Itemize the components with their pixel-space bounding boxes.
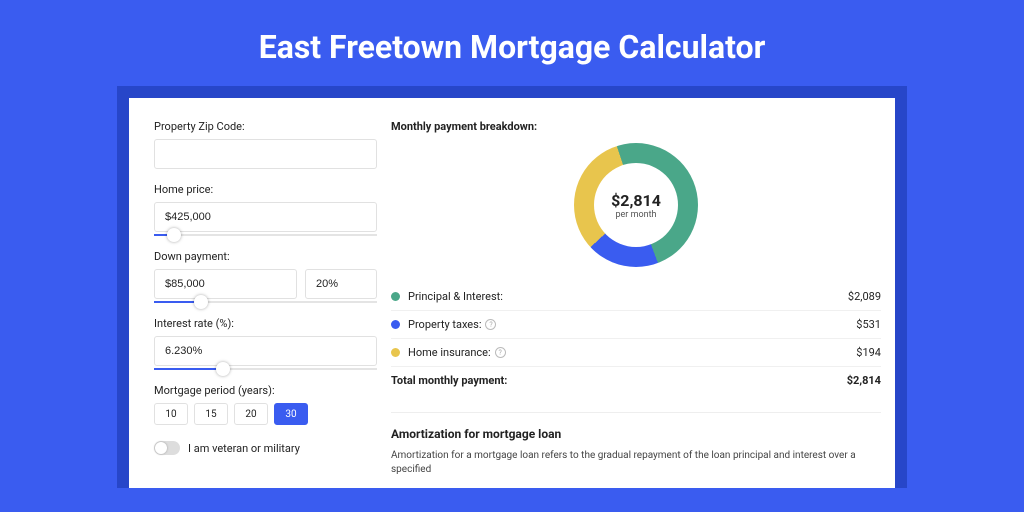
breakdown-title: Monthly payment breakdown: xyxy=(391,120,881,133)
home-price-label: Home price: xyxy=(154,183,377,196)
legend-label: Home insurance: xyxy=(408,346,491,359)
mortgage-period-label: Mortgage period (years): xyxy=(154,384,377,397)
interest-rate-slider-thumb[interactable] xyxy=(216,362,230,376)
form-column: Property Zip Code: Home price: Down paym… xyxy=(129,98,387,477)
amortization-section: Amortization for mortgage loan Amortizat… xyxy=(391,412,881,477)
legend-row: Principal & Interest: $2,089 xyxy=(391,283,881,311)
veteran-toggle-label: I am veteran or military xyxy=(188,442,300,455)
down-payment-label: Down payment: xyxy=(154,250,377,263)
zip-label: Property Zip Code: xyxy=(154,120,377,133)
home-price-input[interactable] xyxy=(154,202,377,232)
legend-value: $2,089 xyxy=(848,290,881,303)
legend-value: $194 xyxy=(856,346,881,359)
period-option-20[interactable]: 20 xyxy=(234,403,268,425)
veteran-toggle-knob xyxy=(155,442,167,454)
veteran-toggle[interactable] xyxy=(154,441,180,455)
total-value: $2,814 xyxy=(847,374,881,387)
legend-dot-icon xyxy=(391,320,400,329)
home-price-slider[interactable] xyxy=(154,234,377,236)
legend-label: Principal & Interest: xyxy=(408,290,503,303)
card-frame: Property Zip Code: Home price: Down paym… xyxy=(117,86,907,488)
legend-dot-icon xyxy=(391,292,400,301)
period-option-10[interactable]: 10 xyxy=(154,403,188,425)
legend-row: Property taxes:? $531 xyxy=(391,311,881,339)
zip-field-block: Property Zip Code: xyxy=(154,120,377,169)
breakdown-column: Monthly payment breakdown: $2,814 per mo… xyxy=(391,98,881,477)
donut-center-value: $2,814 xyxy=(611,191,661,210)
period-option-30[interactable]: 30 xyxy=(274,403,308,425)
interest-rate-input[interactable] xyxy=(154,336,377,366)
zip-input[interactable] xyxy=(154,139,377,169)
interest-rate-slider[interactable] xyxy=(154,368,377,370)
info-icon[interactable]: ? xyxy=(485,319,496,330)
period-option-15[interactable]: 15 xyxy=(194,403,228,425)
home-price-slider-thumb[interactable] xyxy=(167,228,181,242)
page-title: East Freetown Mortgage Calculator xyxy=(0,0,1024,86)
legend-row-total: Total monthly payment: $2,814 xyxy=(391,367,881,394)
home-price-block: Home price: xyxy=(154,183,377,236)
mortgage-period-options: 10 15 20 30 xyxy=(154,403,377,425)
donut-center: $2,814 per month xyxy=(594,163,678,247)
down-payment-slider[interactable] xyxy=(154,301,377,303)
down-payment-block: Down payment: xyxy=(154,250,377,303)
down-payment-percent-input[interactable] xyxy=(305,269,377,299)
down-payment-slider-thumb[interactable] xyxy=(194,295,208,309)
donut-chart: $2,814 per month xyxy=(574,143,698,267)
legend-list: Principal & Interest: $2,089 Property taxe… xyxy=(391,283,881,367)
legend-label: Property taxes: xyxy=(408,318,481,331)
calculator-card: Property Zip Code: Home price: Down paym… xyxy=(129,98,895,488)
down-payment-amount-input[interactable] xyxy=(154,269,297,299)
legend-row: Home insurance:? $194 xyxy=(391,339,881,367)
legend-value: $531 xyxy=(856,318,881,331)
donut-center-label: per month xyxy=(615,210,656,220)
amortization-body: Amortization for a mortgage loan refers … xyxy=(391,449,881,477)
veteran-toggle-row: I am veteran or military xyxy=(154,441,377,455)
donut-chart-wrap: $2,814 per month xyxy=(391,143,881,267)
mortgage-period-block: Mortgage period (years): 10 15 20 30 xyxy=(154,384,377,425)
total-label: Total monthly payment: xyxy=(391,374,507,387)
legend-dot-icon xyxy=(391,348,400,357)
interest-rate-label: Interest rate (%): xyxy=(154,317,377,330)
interest-rate-block: Interest rate (%): xyxy=(154,317,377,370)
info-icon[interactable]: ? xyxy=(495,347,506,358)
amortization-title: Amortization for mortgage loan xyxy=(391,427,881,441)
